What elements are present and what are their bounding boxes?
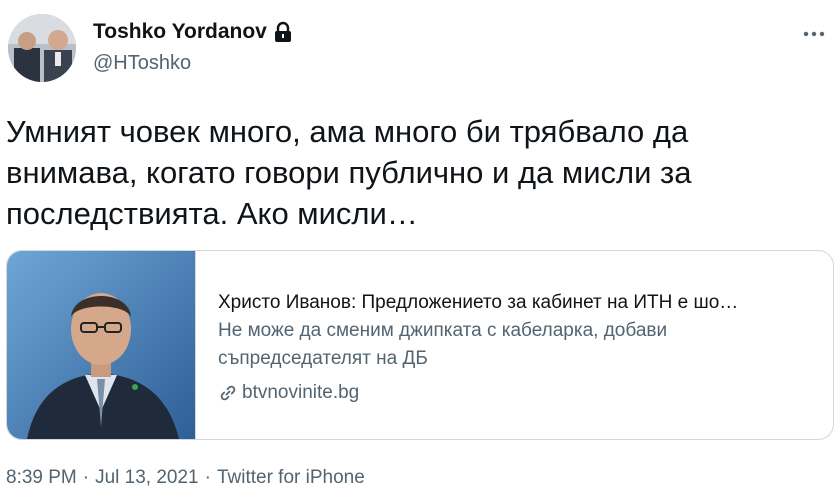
tweet-time[interactable]: 8:39 PM (6, 467, 77, 489)
card-domain[interactable]: btvnovinite.bg (242, 379, 359, 407)
card-description: Не може да сменим джипката с кабеларка, … (218, 320, 668, 369)
meta-separator: · (82, 467, 90, 488)
lock-icon (273, 21, 293, 43)
tweet-date[interactable]: Jul 13, 2021 (95, 467, 199, 489)
card-title[interactable]: Христо Иванов: Предложението за кабинет … (218, 289, 808, 317)
link-card[interactable]: Христо Иванов: Предложението за кабинет … (6, 250, 834, 440)
author-name-row[interactable]: Toshko Yordanov (93, 20, 293, 44)
link-icon (218, 383, 238, 403)
more-icon[interactable] (802, 18, 826, 44)
avatar-image (8, 14, 76, 82)
handle[interactable]: @HToshko (93, 52, 191, 75)
meta-separator: · (204, 467, 211, 488)
link-card-body[interactable]: Христо Иванов: Предложението за кабинет … (196, 251, 833, 439)
display-name[interactable]: Toshko Yordanov (93, 20, 267, 44)
tweet-source[interactable]: Twitter for iPhone (217, 467, 365, 489)
tweet-text: Умният човек много, ама много би трябвал… (6, 114, 692, 231)
avatar[interactable] (8, 14, 76, 82)
tweet-meta: 8:39 PM · Jul 13, 2021 · Twitter for iPh… (6, 467, 365, 489)
news-thumbnail (7, 251, 196, 439)
card-domain-row[interactable]: btvnovinite.bg (218, 379, 833, 407)
